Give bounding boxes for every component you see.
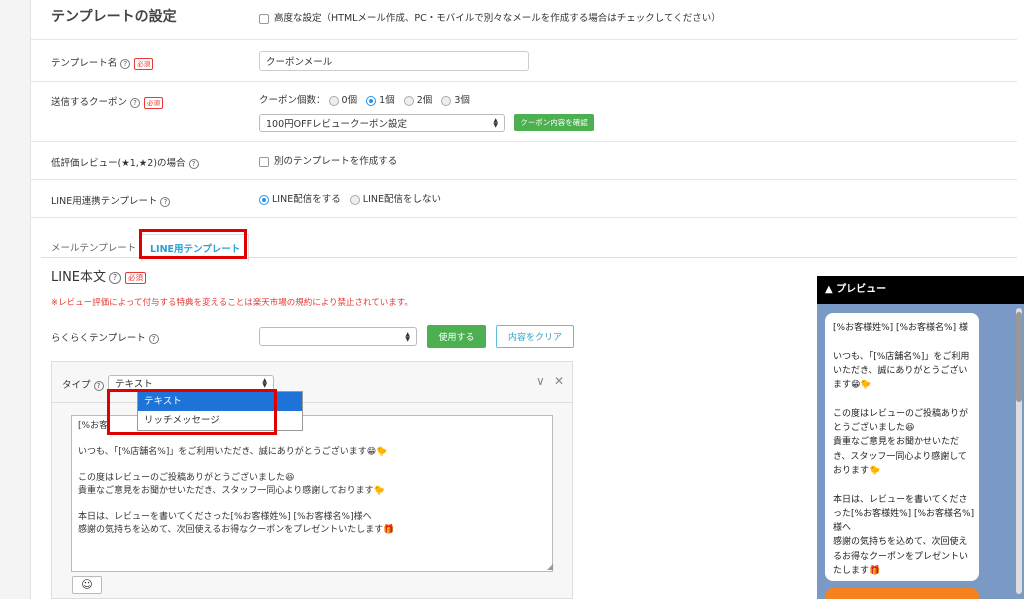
radio-icon[interactable]	[441, 95, 452, 106]
emoji-button[interactable]: ☺	[72, 576, 102, 594]
tab-mail-template[interactable]: メールテンプレート	[43, 234, 144, 260]
line-nosend-label: LINE配信をしない	[362, 194, 441, 205]
coupon-select-value: 100円OFFレビュークーポン設定	[266, 119, 408, 130]
coupon-count-3-label: 3個	[454, 95, 470, 106]
help-icon[interactable]: ?	[93, 380, 104, 391]
preview-panel: ▲ プレビュー [%お客様姓%] [%お客様名%] 様 いつも、「[%店舗名%]…	[817, 276, 1024, 599]
line-template-row: LINE用連携テンプレート? LINE配信をする LINE配信をしない	[31, 180, 1017, 218]
resize-handle-icon[interactable]: ◢	[547, 562, 553, 571]
line-send-option[interactable]: LINE配信をする	[259, 194, 341, 205]
required-badge: 必須	[134, 57, 154, 70]
highlight-box-tab	[139, 229, 247, 259]
preview-scrollbar[interactable]	[1016, 308, 1022, 594]
template-name-row: テンプレート名? 必須 クーポンメール	[31, 40, 1017, 82]
low-rating-option[interactable]: 別のテンプレートを作成する	[259, 153, 397, 167]
line-body-heading-text: LINE本文	[51, 270, 107, 285]
required-badge: 必須	[125, 271, 147, 284]
template-name-label: テンプレート名? 必須	[51, 55, 154, 70]
radio-icon[interactable]	[403, 95, 414, 106]
low-rating-row: 低評価レビュー(★1,★2)の場合? 別のテンプレートを作成する	[31, 142, 1017, 180]
line-nosend-option[interactable]: LINE配信をしない	[349, 194, 441, 205]
page-title: テンプレートの設定	[51, 9, 177, 25]
line-message-textarea[interactable]: [%お客 いつも、「[%店舗名%]」をご利用いただき、誠にありがとうございます😁…	[71, 415, 553, 572]
radio-selected-icon[interactable]	[366, 95, 377, 106]
coupon-count-group: クーポン個数： 0個 1個 2個 3個	[259, 92, 470, 106]
easy-template-select[interactable]: ▲ ▼	[259, 327, 417, 346]
coupon-row: 送信するクーポン? 必須 クーポン個数： 0個 1個 2個 3個 100円OFFレ…	[31, 82, 1017, 142]
preview-action-button[interactable]	[825, 588, 979, 599]
radio-icon[interactable]	[328, 95, 339, 106]
select-arrows-icon: ▲ ▼	[405, 330, 410, 343]
coupon-label: 送信するクーポン? 必須	[51, 94, 164, 109]
type-label: タイプ?	[62, 377, 104, 391]
collapse-icon[interactable]: ∨	[536, 374, 545, 388]
coupon-count-2[interactable]: 2個	[403, 95, 433, 106]
coupon-select[interactable]: 100円OFFレビュークーポン設定 ▲ ▼	[259, 114, 505, 132]
low-rating-checkbox-label: 別のテンプレートを作成する	[274, 156, 398, 167]
type-label-text: タイプ	[62, 380, 91, 391]
clear-content-button[interactable]: 内容をクリア	[496, 325, 574, 348]
coupon-count-1[interactable]: 1個	[366, 95, 395, 106]
help-icon[interactable]: ?	[109, 271, 122, 284]
advanced-settings-checkbox[interactable]	[259, 13, 269, 24]
help-icon[interactable]: ?	[120, 58, 131, 69]
line-body-heading: LINE本文? 必須	[51, 266, 147, 285]
required-badge: 必須	[144, 96, 164, 109]
low-rating-label-text: 低評価レビュー(★1,★2)の場合	[51, 158, 186, 169]
coupon-count-0-label: 0個	[341, 95, 358, 106]
template-name-input[interactable]: クーポンメール	[259, 51, 529, 71]
help-icon[interactable]: ?	[188, 158, 199, 169]
line-template-label-text: LINE用連携テンプレート	[51, 196, 158, 207]
review-warning-text: ※レビュー評価によって付与する特典を変えることは楽天市場の規約により禁止されてい…	[51, 298, 413, 308]
advanced-settings-option[interactable]: 高度な設定（HTMLメール作成、PC・モバイルで別々なメールを作成する場合はチェ…	[259, 10, 721, 24]
advanced-settings-label: 高度な設定（HTMLメール作成、PC・モバイルで別々なメールを作成する場合はチェ…	[274, 13, 721, 24]
coupon-count-1-label: 1個	[379, 95, 395, 106]
close-icon[interactable]: ✕	[554, 374, 564, 388]
coupon-count-0[interactable]: 0個	[328, 95, 358, 106]
low-rating-label: 低評価レビュー(★1,★2)の場合?	[51, 155, 199, 169]
line-send-label: LINE配信をする	[272, 194, 341, 205]
help-icon[interactable]: ?	[160, 196, 171, 207]
select-arrows-icon: ▲ ▼	[493, 117, 498, 129]
coupon-label-text: 送信するクーポン	[51, 97, 128, 108]
coupon-count-label: クーポン個数：	[259, 95, 326, 106]
radio-icon[interactable]	[349, 194, 360, 205]
coupon-count-2-label: 2個	[416, 95, 433, 106]
coupon-count-3[interactable]: 3個	[441, 95, 470, 106]
template-settings-row: テンプレートの設定 高度な設定（HTMLメール作成、PC・モバイルで別々なメール…	[31, 0, 1017, 40]
line-template-options: LINE配信をする LINE配信をしない	[259, 191, 441, 205]
highlight-box-dropdown	[107, 389, 277, 435]
select-arrows-icon: ▲ ▼	[262, 377, 267, 389]
low-rating-checkbox[interactable]	[259, 156, 269, 167]
message-prefix: [%お客	[78, 421, 109, 431]
help-icon[interactable]: ?	[148, 333, 159, 344]
easy-template-label-text: らくらくテンプレート	[51, 333, 146, 344]
preview-message-bubble: [%お客様姓%] [%お客様名%] 様 いつも、「[%店舗名%]」をご利用 いた…	[825, 313, 979, 581]
type-select-value: テキスト	[115, 379, 153, 390]
preview-scroll-thumb[interactable]	[1016, 312, 1022, 402]
radio-selected-icon[interactable]	[259, 194, 269, 205]
preview-title[interactable]: ▲ プレビュー	[817, 276, 1024, 304]
line-template-label: LINE用連携テンプレート?	[51, 193, 171, 207]
use-template-button[interactable]: 使用する	[427, 325, 486, 348]
easy-template-label: らくらくテンプレート?	[51, 330, 159, 344]
message-body: いつも、「[%店舗名%]」をご利用いただき、誠にありがとうございます😁🐤 この度…	[78, 447, 395, 535]
coupon-confirm-button[interactable]: クーポン内容を確認	[514, 114, 594, 131]
template-name-text: テンプレート名	[51, 58, 118, 69]
help-icon[interactable]: ?	[130, 97, 141, 108]
